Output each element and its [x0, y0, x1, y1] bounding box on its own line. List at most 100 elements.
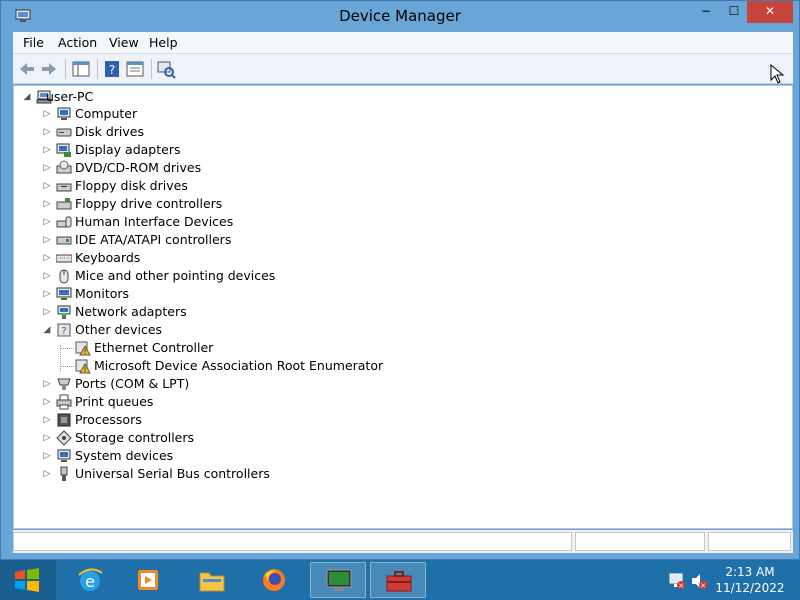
back-icon[interactable] [16, 58, 38, 80]
tree-item-keyboards[interactable]: ▷ Keyboards [42, 249, 342, 267]
tree-item-ethernet-controller[interactable]: ! Ethernet Controller [61, 339, 461, 357]
scan-hardware-icon[interactable] [155, 58, 177, 80]
tree-item-ports[interactable]: ▷ Ports (COM & LPT) [42, 375, 342, 393]
help-icon[interactable]: ? [101, 58, 123, 80]
tree-item-label: Mice and other pointing devices [75, 268, 276, 283]
taskbar: e ✕ ✕ 2:13 AM 11/12/2022 [0, 560, 800, 600]
forward-icon[interactable] [38, 58, 60, 80]
clock-time: 2:13 AM [725, 565, 775, 579]
tree-item-usb-controllers[interactable]: ▷ Universal Serial Bus controllers [42, 465, 342, 483]
windows-logo-icon [15, 568, 39, 592]
tree-item-floppy-disk-drives[interactable]: ▷ Floppy disk drives [42, 177, 342, 195]
tree-item-print-queues[interactable]: ▷ Print queues [42, 393, 342, 411]
expand-icon[interactable]: ▷ [42, 216, 52, 228]
tree-item-label: Keyboards [75, 250, 141, 265]
expand-icon[interactable]: ▷ [42, 234, 52, 246]
expand-icon[interactable]: ▷ [42, 396, 52, 408]
title-bar[interactable]: Device Manager − ☐ ✕ [1, 1, 799, 31]
start-button[interactable] [0, 560, 56, 600]
menu-action[interactable]: Action [58, 35, 97, 50]
status-cell-2 [575, 532, 705, 551]
expand-icon[interactable]: ▷ [42, 378, 52, 390]
menu-help[interactable]: Help [149, 35, 178, 50]
device-tree[interactable]: ◢ user-PC ▷ Computer ▷ Disk drives ▷ Dis… [13, 85, 793, 529]
expand-icon[interactable]: ▷ [42, 198, 52, 210]
usb-icon [60, 466, 68, 481]
taskbar-app-file-explorer[interactable] [184, 562, 240, 598]
hid-icon [56, 216, 72, 228]
display-adapter-icon [56, 143, 71, 157]
collapse-icon[interactable]: ◢ [42, 324, 52, 336]
keyboard-icon [56, 254, 72, 263]
maximize-button[interactable]: ☐ [721, 1, 747, 23]
taskbar-app-device-manager[interactable] [310, 562, 366, 598]
tree-item-human-interface-devices[interactable]: ▷ Human Interface Devices [42, 213, 342, 231]
tree-root[interactable]: ◢ user-PC [22, 88, 222, 106]
tree-item-label: Disk drives [75, 124, 144, 139]
tree-item-label: Print queues [75, 394, 154, 409]
expand-icon[interactable]: ▷ [42, 144, 52, 156]
network-tray-icon[interactable]: ✕ [668, 572, 686, 590]
tree-item-label: Universal Serial Bus controllers [75, 466, 270, 481]
taskbar-app-firefox[interactable] [246, 562, 302, 598]
close-button[interactable]: ✕ [747, 1, 793, 23]
expand-icon[interactable]: ▷ [42, 306, 52, 318]
tree-item-label: Storage controllers [75, 430, 195, 445]
tree-item-computer[interactable]: ▷ Computer [42, 105, 342, 123]
expand-icon[interactable]: ▷ [42, 450, 52, 462]
tree-item-label: IDE ATA/ATAPI controllers [75, 232, 232, 247]
tree-item-label: Other devices [75, 322, 163, 337]
tree-item-system-devices[interactable]: ▷ System devices [42, 447, 342, 465]
tree-item-other-devices[interactable]: ◢ ? Other devices [42, 321, 342, 339]
tree-item-network-adapters[interactable]: ▷ Network adapters [42, 303, 342, 321]
floppy-drive-icon [56, 183, 72, 192]
expand-icon[interactable]: ▷ [42, 270, 52, 282]
show-hide-console-tree-icon[interactable] [70, 58, 92, 80]
taskbar-app-ie[interactable]: e [62, 562, 118, 598]
tree-item-processors[interactable]: ▷ Processors [42, 411, 342, 429]
expand-icon[interactable]: ▷ [42, 180, 52, 192]
tree-item-storage-controllers[interactable]: ▷ Storage controllers [42, 429, 342, 447]
expand-icon[interactable]: ▷ [42, 468, 52, 480]
disk-drive-icon [56, 128, 72, 137]
status-cell-main [13, 532, 572, 551]
tree-item-mice[interactable]: ▷ Mice and other pointing devices [42, 267, 342, 285]
expand-icon[interactable]: ▷ [42, 108, 52, 120]
port-icon [57, 378, 71, 390]
collapse-icon[interactable]: ◢ [22, 91, 32, 103]
expand-icon[interactable]: ▷ [42, 288, 52, 300]
menu-view[interactable]: View [109, 35, 139, 50]
tree-item-label: Microsoft Device Association Root Enumer… [94, 358, 384, 373]
properties-icon[interactable] [124, 58, 146, 80]
svg-text:!: ! [84, 366, 87, 374]
ide-controller-icon [56, 236, 72, 245]
expand-icon[interactable]: ▷ [42, 414, 52, 426]
volume-muted-tray-icon[interactable]: ✕ [690, 572, 708, 590]
expand-icon[interactable]: ▷ [42, 252, 52, 264]
tree-item-ms-device-association-root-enumerator[interactable]: ! Microsoft Device Association Root Enum… [61, 357, 461, 375]
tree-item-floppy-drive-controllers[interactable]: ▷ Floppy drive controllers [42, 195, 342, 213]
menu-bar: File Action View Help [13, 32, 793, 54]
taskbar-app-toolbox[interactable] [370, 562, 426, 598]
tree-item-display-adapters[interactable]: ▷ Display adapters [42, 141, 342, 159]
taskbar-clock[interactable]: 2:13 AM 11/12/2022 [712, 564, 788, 596]
expand-icon[interactable]: ▷ [42, 432, 52, 444]
processor-icon [57, 413, 71, 427]
minimize-button[interactable]: − [693, 1, 719, 23]
tree-item-label: Computer [75, 106, 138, 121]
tree-item-label: Processors [75, 412, 142, 427]
expand-icon[interactable]: ▷ [42, 162, 52, 174]
window-title: Device Manager [339, 7, 461, 25]
warning-device-icon: ! [75, 341, 91, 356]
menu-file[interactable]: File [23, 35, 44, 50]
taskbar-app-media-player[interactable] [120, 562, 176, 598]
svg-text:?: ? [109, 63, 115, 77]
tree-item-dvd-cd-rom-drives[interactable]: ▷ DVD/CD-ROM drives [42, 159, 342, 177]
status-cell-3 [708, 532, 791, 551]
tree-item-monitors[interactable]: ▷ Monitors [42, 285, 342, 303]
tree-item-ide-ata-atapi-controllers[interactable]: ▷ IDE ATA/ATAPI controllers [42, 231, 342, 249]
tree-item-disk-drives[interactable]: ▷ Disk drives [42, 123, 342, 141]
toolbar: ? [13, 54, 793, 84]
expand-icon[interactable]: ▷ [42, 126, 52, 138]
storage-controller-icon [56, 430, 72, 446]
